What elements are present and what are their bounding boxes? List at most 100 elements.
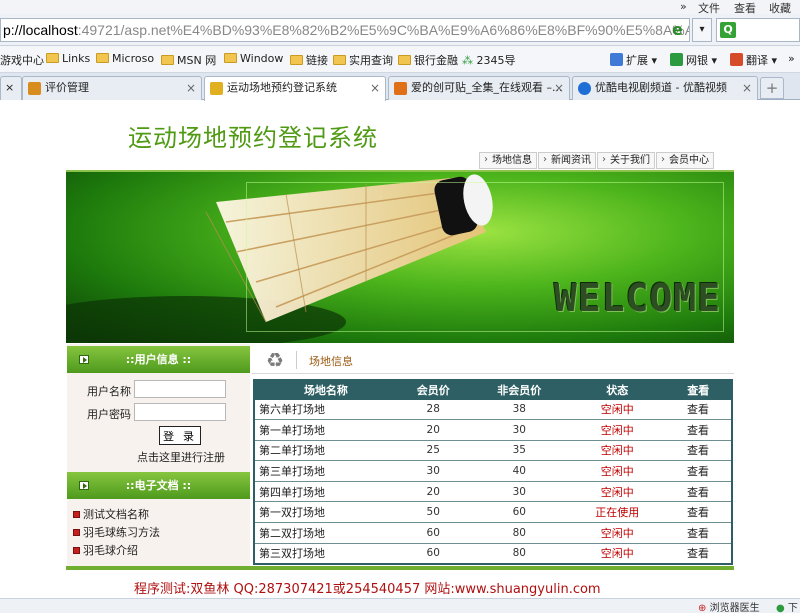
tab-overflow[interactable]: × — [0, 76, 22, 100]
status-cell: 空闲中 — [569, 398, 666, 420]
doc-link[interactable]: 测试文档名称 — [73, 506, 149, 522]
shield-icon — [670, 53, 683, 66]
address-dropdown-button[interactable]: ▾ — [692, 18, 712, 42]
status-cell: 正在使用 — [569, 501, 666, 523]
view-link[interactable]: 查看 — [665, 398, 732, 420]
venue-name-cell: 第一双打场地 — [254, 501, 398, 523]
ebank-button[interactable]: 网银 ▾ — [670, 52, 717, 68]
download-button[interactable]: ● 下 — [776, 599, 798, 614]
favorite-item[interactable]: ⁂ 2345导 — [462, 52, 516, 68]
doc-link[interactable]: 羽毛球练习方法 — [73, 524, 160, 540]
nav-2345-icon: ⁂ — [462, 54, 473, 67]
member-price-cell: 28 — [397, 398, 470, 420]
translate-button[interactable]: 翻译 ▾ — [730, 52, 777, 68]
search-engine-icon[interactable]: Q — [720, 22, 736, 38]
favorite-item[interactable]: Microso — [96, 52, 154, 65]
favorite-item[interactable]: MSN 网 — [161, 52, 216, 68]
toolbar-more-arrows[interactable]: » — [788, 52, 795, 65]
new-tab-button[interactable]: + — [760, 77, 784, 99]
nav-member-center[interactable]: 会员中心 — [656, 152, 714, 169]
breadcrumb-divider — [296, 351, 297, 369]
view-link[interactable]: 查看 — [665, 460, 732, 482]
tab-youku[interactable]: 优酷电视剧频道 - 优酷视频 × — [572, 76, 758, 100]
password-input[interactable] — [134, 403, 226, 421]
register-link[interactable]: 点击这里进行注册 — [137, 449, 225, 465]
sidebar: ::用户信息 :: 用户名称 用户密码 登 录 点击这里进行注册 ::电子文档 … — [67, 344, 250, 566]
address-host: p://localhost — [3, 22, 78, 38]
nav-about[interactable]: 关于我们 — [597, 152, 655, 169]
member-price-cell: 30 — [397, 460, 470, 482]
ie-compat-icon[interactable]: e — [672, 22, 688, 38]
favorite-item[interactable]: 链接 — [290, 52, 328, 68]
favorite-item[interactable]: 游戏中心 — [0, 52, 44, 68]
close-icon[interactable]: × — [370, 77, 380, 99]
menu-more-arrows[interactable]: » — [680, 0, 687, 13]
bullet-icon — [73, 529, 80, 536]
column-header: 会员价 — [396, 379, 470, 400]
download-icon: ● — [776, 603, 785, 614]
venue-table: 场地名称 会员价 非会员价 状态 查看 第六单打场地 28 38 空闲中 查看 第一单打场… — [253, 379, 733, 565]
username-input[interactable] — [134, 380, 226, 398]
address-bar[interactable]: p://localhost:49721/asp.net%E4%BD%93%E8%… — [0, 18, 690, 42]
status-cell: 空闲中 — [569, 460, 666, 482]
extensions-icon — [610, 53, 623, 66]
welcome-text: WELCOME — [554, 276, 722, 320]
address-row: p://localhost:49721/asp.net%E4%BD%93%E8%… — [0, 14, 800, 46]
nonmember-price-cell: 38 — [469, 398, 570, 420]
table-row: 第三双打场地 60 80 空闲中 查看 — [254, 542, 732, 564]
youku-icon — [578, 82, 591, 95]
table-row: 第三单打场地 30 40 空闲中 查看 — [254, 460, 732, 482]
translate-icon — [730, 53, 743, 66]
favorite-item[interactable]: Links — [46, 52, 90, 65]
browser-doctor-button[interactable]: ⊕ 浏览器医生 — [698, 599, 760, 614]
tab-video[interactable]: 爱的创可贴_全集_在线观看 –... × — [388, 76, 570, 100]
folder-icon — [96, 53, 109, 63]
view-link[interactable]: 查看 — [665, 542, 732, 564]
view-link[interactable]: 查看 — [665, 439, 732, 461]
username-label: 用户名称 — [87, 385, 131, 398]
column-header: 场地名称 — [253, 379, 398, 400]
nav-news[interactable]: 新闻资讯 — [538, 152, 596, 169]
view-link[interactable]: 查看 — [665, 419, 732, 441]
favorites-bar: 游戏中心 Links Microso MSN 网 Window 链接 实用查询 … — [0, 46, 800, 73]
close-icon[interactable]: × — [554, 77, 564, 99]
table-row: 第二单打场地 25 35 空闲中 查看 — [254, 439, 732, 461]
breadcrumb-label: 场地信息 — [309, 355, 353, 368]
close-icon[interactable]: × — [742, 77, 752, 99]
doctor-icon: ⊕ — [698, 603, 707, 614]
tab-venue-system[interactable]: 运动场地预约登记系统 × — [204, 76, 386, 101]
favorite-item[interactable]: Window — [224, 52, 283, 65]
member-price-cell: 50 — [397, 501, 470, 523]
folder-icon — [46, 53, 59, 63]
banner: WELCOME — [66, 170, 734, 343]
nonmember-price-cell: 80 — [469, 522, 570, 544]
venue-name-cell: 第一单打场地 — [254, 419, 398, 441]
favorite-item[interactable]: 银行金融 — [398, 52, 458, 68]
close-icon[interactable]: × — [186, 77, 196, 99]
nonmember-price-cell: 80 — [469, 542, 570, 564]
view-link[interactable]: 查看 — [665, 480, 732, 502]
view-link[interactable]: 查看 — [665, 501, 732, 523]
status-cell: 空闲中 — [569, 439, 666, 461]
table-row: 第一双打场地 50 60 正在使用 查看 — [254, 501, 732, 523]
address-path: :49721/asp.net%E4%BD%93%E8%82%B2%E5%9C%B… — [77, 22, 690, 38]
member-price-cell: 20 — [397, 480, 470, 502]
play-square-icon — [79, 355, 89, 364]
favorite-item[interactable]: 实用查询 — [333, 52, 393, 68]
column-header: 非会员价 — [468, 379, 570, 400]
extensions-button[interactable]: 扩展 ▾ — [610, 52, 657, 68]
view-link[interactable]: 查看 — [665, 522, 732, 544]
tab-bar: × 评价管理 × 运动场地预约登记系统 × 爱的创可贴_全集_在线观看 –...… — [0, 73, 800, 101]
doc-link[interactable]: 羽毛球介绍 — [73, 542, 138, 558]
user-info-header: ::用户信息 :: — [67, 346, 250, 373]
login-button[interactable]: 登 录 — [159, 426, 201, 445]
status-cell: 空闲中 — [569, 419, 666, 441]
nav-venue-info[interactable]: 场地信息 — [479, 152, 537, 169]
browser-menu-bar: » 文件 查看 收藏 — [0, 0, 800, 15]
venue-name-cell: 第六单打场地 — [254, 398, 398, 420]
search-box[interactable]: Q — [716, 18, 800, 42]
footer-divider — [66, 566, 734, 570]
folder-icon — [161, 55, 174, 65]
table-header-row: 场地名称 会员价 非会员价 状态 查看 — [253, 379, 733, 400]
tab-review-management[interactable]: 评价管理 × — [22, 76, 202, 100]
